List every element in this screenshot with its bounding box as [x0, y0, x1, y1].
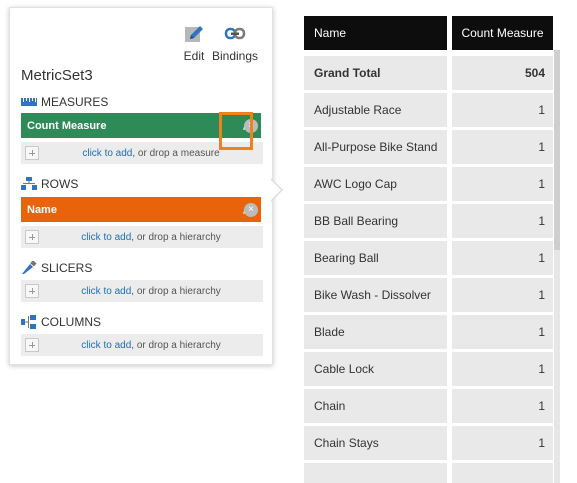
- panel-pointer-arrow: [270, 178, 283, 202]
- table-row: Chain 1: [304, 389, 553, 423]
- row-count-cell: 1: [452, 352, 553, 386]
- data-table: Name Count Measure Grand Total 504 Adjus…: [304, 16, 564, 483]
- rows-section-header: ROWS: [21, 177, 78, 191]
- measure-chip-label: Count Measure: [27, 119, 107, 132]
- row-name-cell: Cable Lock: [304, 352, 447, 386]
- row-count-cell-empty: [452, 463, 553, 483]
- row-count-cell: 1: [452, 315, 553, 349]
- add-icon[interactable]: [25, 230, 39, 244]
- add-icon[interactable]: [25, 284, 39, 298]
- slicers-label: SLICERS: [41, 261, 93, 275]
- grand-total-value: 504: [452, 56, 553, 90]
- row-count-cell: 1: [452, 93, 553, 127]
- row-name-cell-empty: [304, 463, 447, 483]
- column-header-count-measure[interactable]: Count Measure: [452, 16, 553, 50]
- row-name-cell: Adjustable Race: [304, 93, 447, 127]
- edit-icon: [185, 26, 203, 42]
- columns-section-header: COLUMNS: [21, 315, 101, 329]
- table-row: All-Purpose Bike Stand 1: [304, 130, 553, 164]
- add-icon[interactable]: [25, 338, 39, 352]
- metric-set-panel: Edit Bindings MetricSet3 MEASURES Count …: [9, 7, 273, 365]
- columns-drop-text: click to add, or drop a hierarchy: [39, 340, 263, 351]
- edit-label: Edit: [183, 49, 205, 63]
- bindings-label: Bindings: [211, 49, 259, 63]
- row-name-cell: All-Purpose Bike Stand: [304, 130, 447, 164]
- rows-drop-text: click to add, or drop a hierarchy: [39, 232, 263, 243]
- table-row: Bike Wash - Dissolver 1: [304, 278, 553, 312]
- grand-total-label: Grand Total: [304, 56, 447, 90]
- row-count-cell: 1: [452, 241, 553, 275]
- bindings-button[interactable]: Bindings: [210, 24, 260, 63]
- metric-set-title: MetricSet3: [21, 67, 93, 84]
- rows-click-to-add-link[interactable]: click to add: [81, 232, 131, 243]
- row-count-cell: 1: [452, 278, 553, 312]
- measure-chip-count-measure[interactable]: Count Measure: [21, 113, 261, 138]
- row-name-cell: Chain: [304, 389, 447, 423]
- measures-drop-text: click to add, or drop a measure: [39, 148, 263, 159]
- measures-drop-hint: , or drop a measure: [132, 147, 220, 159]
- table-row: Cable Lock 1: [304, 352, 553, 386]
- rows-hierarchy-icon: [21, 177, 37, 190]
- slicers-click-to-add-link[interactable]: click to add: [81, 286, 131, 297]
- edit-button[interactable]: Edit: [182, 24, 206, 63]
- row-count-cell: 1: [452, 204, 553, 238]
- row-name-cell: Bearing Ball: [304, 241, 447, 275]
- remove-measure-icon[interactable]: ×: [244, 119, 258, 133]
- row-count-cell: 1: [452, 130, 553, 164]
- rows-drop-zone[interactable]: click to add, or drop a hierarchy: [21, 226, 263, 248]
- slicers-drop-text: click to add, or drop a hierarchy: [39, 286, 263, 297]
- columns-click-to-add-link[interactable]: click to add: [81, 340, 131, 351]
- row-chip-label: Name: [27, 203, 57, 216]
- measures-label: MEASURES: [41, 95, 109, 109]
- table-row: Bearing Ball 1: [304, 241, 553, 275]
- measures-click-to-add-link[interactable]: click to add: [82, 148, 132, 159]
- slicer-knife-icon: [22, 261, 37, 274]
- row-name-cell: BB Ball Bearing: [304, 204, 447, 238]
- table-scrollbar[interactable]: [554, 50, 560, 483]
- table-row: AWC Logo Cap 1: [304, 167, 553, 201]
- add-icon[interactable]: [25, 146, 39, 160]
- columns-drop-hint: , or drop a hierarchy: [131, 339, 221, 351]
- ruler-icon: [21, 98, 37, 106]
- row-name-cell: Bike Wash - Dissolver: [304, 278, 447, 312]
- scrollbar-thumb[interactable]: [554, 50, 560, 250]
- table-row-partial: [304, 463, 553, 483]
- measures-drop-zone[interactable]: click to add, or drop a measure: [21, 142, 263, 164]
- row-count-cell: 1: [452, 167, 553, 201]
- columns-hierarchy-icon: [21, 315, 36, 329]
- slicers-drop-zone[interactable]: click to add, or drop a hierarchy: [21, 280, 263, 302]
- columns-label: COLUMNS: [41, 315, 102, 329]
- slicers-drop-hint: , or drop a hierarchy: [131, 285, 221, 297]
- remove-row-icon[interactable]: ×: [244, 203, 258, 217]
- row-name-cell: Chain Stays: [304, 426, 447, 460]
- column-header-name[interactable]: Name: [304, 16, 447, 50]
- table-row: Chain Stays 1: [304, 426, 553, 460]
- rows-drop-hint: , or drop a hierarchy: [131, 231, 221, 243]
- row-name-cell: Blade: [304, 315, 447, 349]
- measures-section-header: MEASURES: [21, 95, 108, 109]
- link-icon: [224, 27, 246, 40]
- rows-label: ROWS: [41, 177, 79, 191]
- grand-total-row: Grand Total 504: [304, 56, 553, 90]
- slicers-section-header: SLICERS: [21, 261, 92, 275]
- row-count-cell: 1: [452, 426, 553, 460]
- row-name-cell: AWC Logo Cap: [304, 167, 447, 201]
- table-row: Adjustable Race 1: [304, 93, 553, 127]
- row-chip-name[interactable]: Name: [21, 197, 261, 222]
- table-row: BB Ball Bearing 1: [304, 204, 553, 238]
- columns-drop-zone[interactable]: click to add, or drop a hierarchy: [21, 334, 263, 356]
- row-count-cell: 1: [452, 389, 553, 423]
- table-row: Blade 1: [304, 315, 553, 349]
